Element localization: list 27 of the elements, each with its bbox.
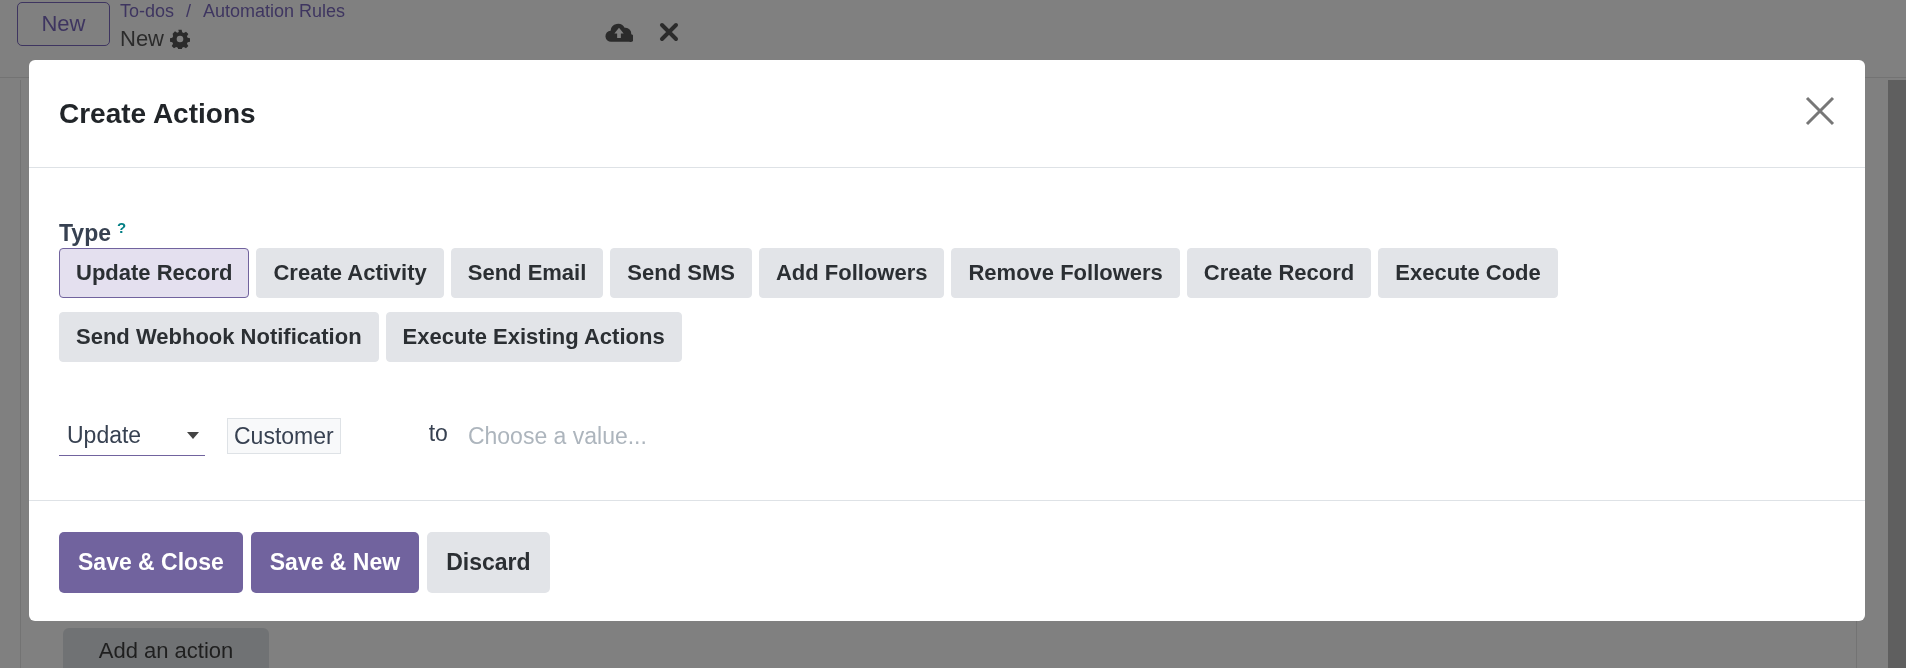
action-type-button[interactable]: Execute Code	[1378, 248, 1558, 298]
save-button[interactable]: Save & New	[250, 532, 420, 593]
help-mark[interactable]: ?	[117, 220, 127, 235]
close-icon[interactable]	[659, 22, 680, 42]
type-label: Type	[59, 220, 111, 247]
operation-select[interactable]: Update	[59, 416, 205, 456]
dialog-title: Create Actions	[59, 97, 256, 130]
breadcrumb-separator: /	[186, 0, 192, 22]
gear-icon[interactable]	[170, 29, 190, 49]
action-type-button[interactable]: Update Record	[59, 248, 250, 298]
action-type-button[interactable]: Create Record	[1186, 248, 1372, 298]
action-type-button[interactable]: Remove Followers	[951, 248, 1180, 298]
field-tag[interactable]: Customer	[227, 418, 341, 454]
close-icon[interactable]	[1805, 95, 1835, 126]
action-type-button[interactable]: Send Webhook Notification	[59, 312, 379, 362]
save-button[interactable]: Save & Close	[59, 532, 243, 593]
action-type-button[interactable]: Send Email	[450, 248, 604, 298]
connector-text: to	[428, 419, 448, 447]
action-type-button[interactable]: Execute Existing Actions	[385, 312, 682, 362]
action-type-button[interactable]: Send SMS	[610, 248, 752, 298]
caret-icon	[187, 432, 199, 439]
action-type-button[interactable]: Create Activity	[256, 248, 444, 298]
record-name: New	[120, 26, 164, 52]
discard-button[interactable]: Discard	[427, 532, 550, 593]
scrollbar[interactable]	[1888, 80, 1906, 668]
cloud-upload-icon[interactable]	[605, 22, 634, 43]
action-type-button[interactable]: Add Followers	[758, 248, 945, 298]
